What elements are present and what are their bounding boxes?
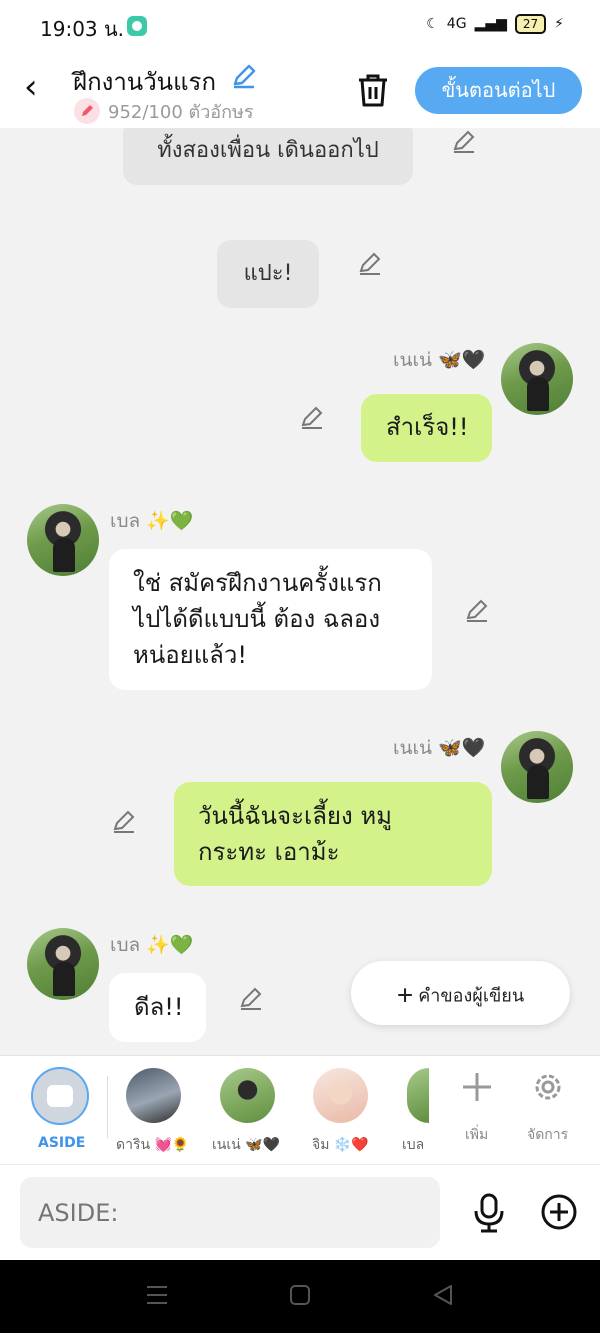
edit-pencil-icon[interactable] xyxy=(298,404,326,432)
avatar[interactable] xyxy=(501,343,573,415)
character-avatar-bell[interactable] xyxy=(407,1068,429,1123)
narration-bubble[interactable]: ทั้งสองเพื่อน เดินออกไป xyxy=(123,128,413,185)
message-bubble[interactable]: วันนี้ฉันจะเลี้ยง หมู กระทะ เอาม้ะ xyxy=(174,782,492,886)
plus-icon[interactable] xyxy=(460,1070,494,1104)
trash-icon[interactable] xyxy=(356,72,390,108)
divider xyxy=(107,1076,108,1138)
author-note-button[interactable]: + คำของผู้เขียน xyxy=(351,961,570,1025)
plus-circle-icon[interactable] xyxy=(540,1193,578,1231)
message-bubble[interactable]: สำเร็จ!! xyxy=(361,394,492,462)
edit-pencil-icon[interactable] xyxy=(450,128,478,156)
message-bubble[interactable]: ดีล!! xyxy=(109,973,206,1042)
manage-label[interactable]: จัดการ xyxy=(527,1124,568,1146)
author-note-label: คำของผู้เขียน xyxy=(418,985,525,1006)
status-icons: ☾ 4G ▂▄▆ 27 ⚡ xyxy=(426,14,564,34)
message-line: หน่อยแล้ว! xyxy=(133,641,247,669)
sender-name: เบล ✨💚 xyxy=(110,510,194,532)
character-bar: ASIDE ดาริน 💓🌻 เนเน่ 🦋🖤 จิม ❄️❤️ เบล เพิ… xyxy=(0,1055,600,1164)
input-bar xyxy=(0,1164,600,1260)
status-time: 19:03 น. xyxy=(40,17,125,41)
app-notification-icon xyxy=(127,16,147,36)
gear-icon[interactable] xyxy=(531,1070,565,1104)
pencil-badge-icon xyxy=(74,98,100,124)
network-label: 4G xyxy=(446,16,467,32)
aside-label: ASIDE xyxy=(38,1135,86,1151)
moon-icon: ☾ xyxy=(426,16,439,32)
message-line: ไปได้ดีแบบนี้ ต้อง ฉลอง xyxy=(133,605,381,633)
back-triangle-icon[interactable] xyxy=(432,1284,454,1306)
character-avatar-jim[interactable] xyxy=(313,1068,368,1123)
character-avatar-nene[interactable] xyxy=(220,1068,275,1123)
sender-name: เบล ✨💚 xyxy=(110,934,194,956)
character-label: เนเน่ 🦋🖤 xyxy=(212,1137,281,1153)
character-label: เบล xyxy=(402,1137,425,1153)
add-character-label[interactable]: เพิ่ม xyxy=(465,1124,488,1146)
system-nav-bar xyxy=(0,1260,600,1333)
menu-icon[interactable] xyxy=(146,1284,168,1306)
aside-character[interactable] xyxy=(31,1067,89,1125)
character-count: 952/100 ตัวอักษร xyxy=(108,102,254,123)
sender-name: เนเน่ 🦋🖤 xyxy=(393,737,486,759)
title-edit-icon[interactable] xyxy=(230,62,258,90)
avatar[interactable] xyxy=(501,731,573,803)
message-line: กระทะ เอาม้ะ xyxy=(198,838,340,866)
back-icon[interactable]: ‹ xyxy=(24,70,38,104)
page-title[interactable]: ฝึกงานวันแรก xyxy=(73,62,216,101)
sender-name: เนเน่ 🦋🖤 xyxy=(393,349,486,371)
chat-area[interactable]: ทั้งสองเพื่อน เดินออกไป แปะ! เนเน่ 🦋🖤 สำ… xyxy=(0,128,600,1055)
signal-icon: ▂▄▆ xyxy=(474,16,507,32)
microphone-icon[interactable] xyxy=(471,1193,507,1233)
edit-pencil-icon[interactable] xyxy=(110,808,138,836)
edit-pencil-icon[interactable] xyxy=(463,597,491,625)
battery-level: 27 xyxy=(514,14,547,34)
status-bar: 19:03 น. ☾ 4G ▂▄▆ 27 ⚡ xyxy=(0,0,600,52)
next-step-button[interactable]: ขั้นตอนต่อไป xyxy=(415,67,582,114)
edit-pencil-icon[interactable] xyxy=(356,250,384,278)
message-line: วันนี้ฉันจะเลี้ยง หมู xyxy=(198,802,392,830)
charging-icon: ⚡ xyxy=(554,16,564,32)
home-icon[interactable] xyxy=(289,1284,311,1306)
avatar[interactable] xyxy=(27,504,99,576)
edit-pencil-icon[interactable] xyxy=(237,985,265,1013)
character-avatar-darin[interactable] xyxy=(126,1068,181,1123)
message-line: ใช่ สมัครฝึกงานครั้งแรก xyxy=(133,569,382,597)
message-input[interactable] xyxy=(20,1177,440,1248)
header: ‹ ฝึกงานวันแรก 952/100 ตัวอักษร ขั้นตอนต… xyxy=(0,52,600,128)
message-bubble[interactable]: ใช่ สมัครฝึกงานครั้งแรก ไปได้ดีแบบนี้ ต้… xyxy=(109,549,432,690)
character-label: ดาริน 💓🌻 xyxy=(116,1137,190,1153)
character-label: จิม ❄️❤️ xyxy=(312,1137,369,1153)
narration-bubble[interactable]: แปะ! xyxy=(217,240,319,308)
plus-icon: + xyxy=(396,979,414,1011)
avatar[interactable] xyxy=(27,928,99,1000)
